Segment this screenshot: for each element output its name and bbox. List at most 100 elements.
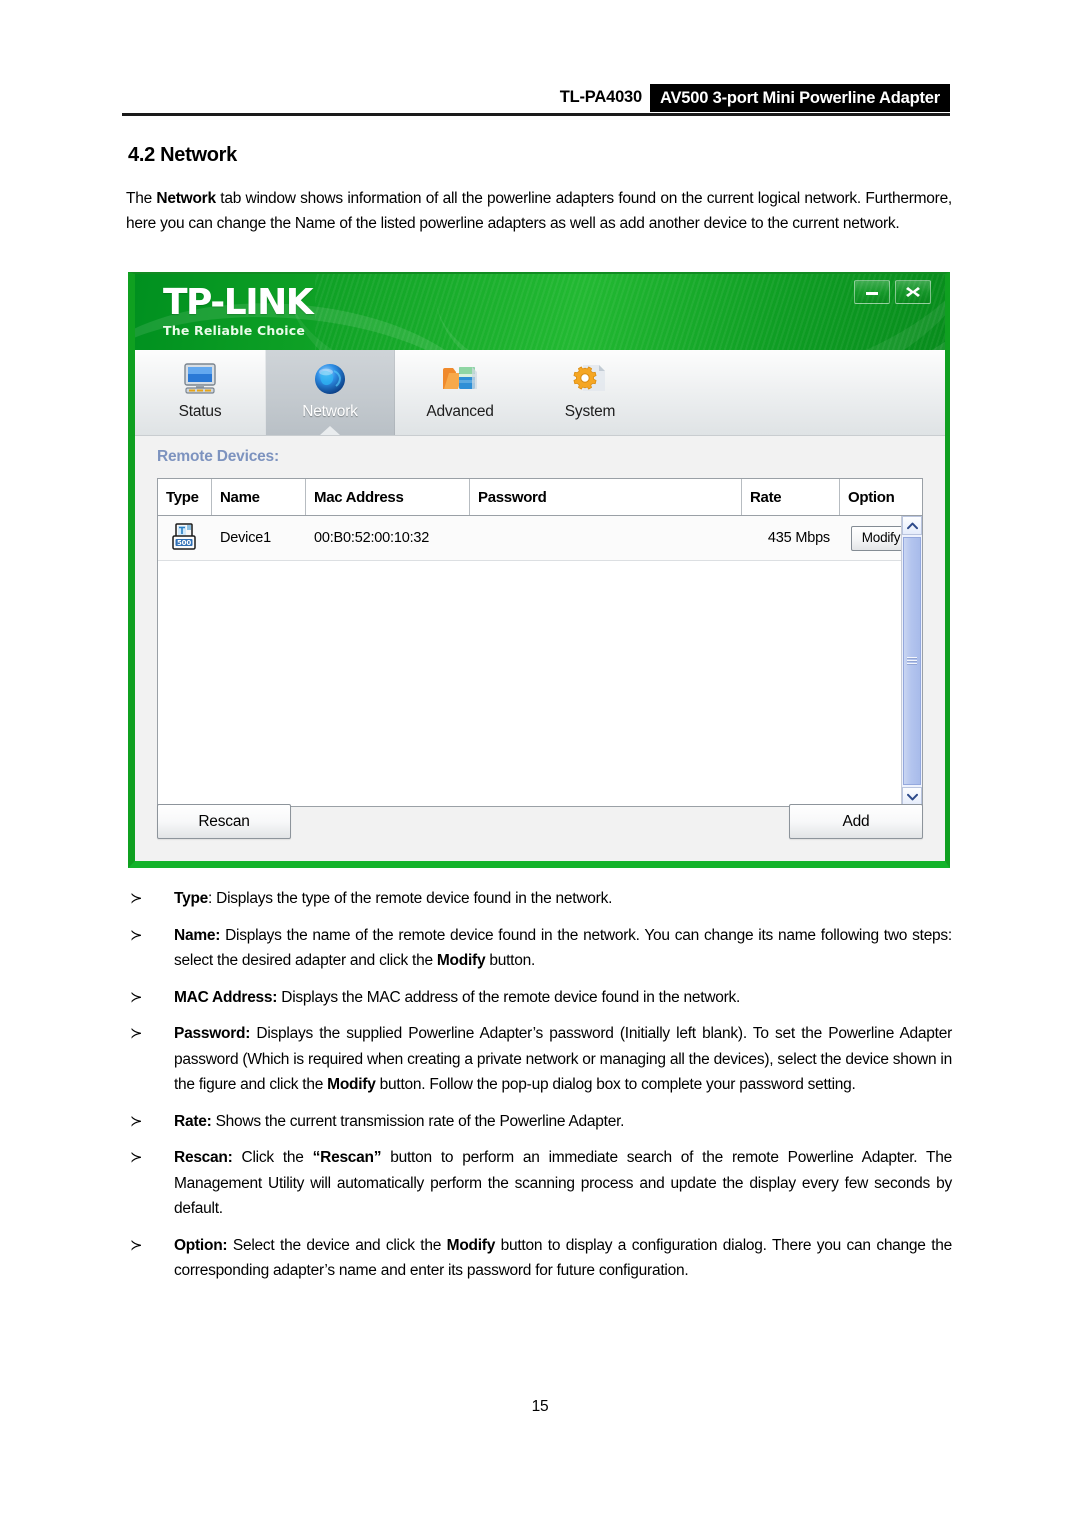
bullet-arrow-icon: ≻ (130, 925, 143, 944)
tab-system-label: System (564, 403, 616, 420)
tp-link-logo: TP-LINK The Reliable Choice (163, 282, 314, 339)
tab-system[interactable]: System (525, 350, 655, 435)
remote-devices-table: Type Name Mac Address Password Rate Opti… (157, 478, 923, 807)
list-item-text: MAC Address: (174, 988, 278, 1006)
intro-paragraph: The Network tab window shows information… (126, 186, 952, 236)
document-page: TL-PA4030 AV500 3-port Mini Powerline Ad… (0, 0, 1080, 1527)
list-item-text: button. Follow the pop-up dialog box to … (375, 1076, 856, 1093)
network-panel: Remote Devices: Type Name Mac Address Pa… (135, 436, 945, 861)
column-header-mac-address: Mac Address (306, 479, 470, 515)
cell-rate: 435 Mbps (767, 530, 830, 546)
close-icon (906, 287, 920, 297)
table-body: 500 Device1 00:B0:52:00:10:32 435 Mbps M… (158, 516, 922, 806)
banner-swoosh-1 (270, 274, 945, 350)
globe-icon (308, 358, 352, 400)
minimize-button[interactable] (854, 280, 890, 304)
list-item: ≻ Option: Select the device and click the… (126, 1233, 952, 1284)
feature-description-list: ≻ Type: Displays the type of the remote d… (126, 886, 952, 1284)
monitor-icon (178, 358, 222, 400)
list-item-text: Click the (232, 1149, 313, 1166)
list-item-text: “Rescan” (312, 1149, 382, 1166)
list-item-text: Modify (327, 1076, 376, 1093)
minimize-icon (866, 292, 878, 295)
list-item-text: Modify (436, 952, 486, 969)
app-banner: TP-LINK The Reliable Choice (135, 274, 945, 350)
window-controls (854, 280, 931, 304)
logo-wordmark: TP-LINK (163, 282, 314, 323)
scrollbar-grip (907, 656, 917, 666)
powerline-utility-window: TP-LINK The Reliable Choice Status Netwo… (128, 272, 950, 868)
header-product-name: AV500 3-port Mini Powerline Adapter (650, 84, 950, 112)
table-scrollbar[interactable] (901, 516, 922, 806)
scrollbar-track[interactable] (902, 535, 922, 787)
logo-tagline: The Reliable Choice (163, 323, 306, 338)
cell-password (470, 516, 742, 560)
list-item-text: Name: (174, 926, 221, 944)
list-item-text: Type (174, 890, 209, 907)
tab-advanced-label: Advanced (426, 403, 494, 420)
active-tab-indicator (320, 426, 340, 435)
close-button[interactable] (895, 280, 931, 304)
gear-icon (568, 358, 612, 400)
list-item-text: Modify (446, 1236, 496, 1254)
header-rule (122, 113, 950, 116)
list-item-text: Displays the name of the remote device f… (174, 926, 952, 970)
running-header: TL-PA4030 AV500 3-port Mini Powerline Ad… (122, 84, 950, 116)
chevron-up-icon (906, 522, 918, 529)
main-tab-bar: Status Network Advanced System (135, 350, 945, 436)
remote-devices-label: Remote Devices: (157, 448, 279, 465)
list-item-text: Select the device and click the (227, 1236, 447, 1254)
column-header-type: Type (158, 479, 212, 515)
add-button[interactable]: Add (789, 804, 923, 839)
list-item-text: Password: (174, 1025, 251, 1042)
tab-network-label: Network (302, 403, 358, 420)
tab-advanced[interactable]: Advanced (395, 350, 525, 435)
tab-status-label: Status (178, 403, 222, 420)
table-row[interactable]: 500 Device1 00:B0:52:00:10:32 435 Mbps M… (158, 516, 922, 561)
list-item-text: button. (485, 952, 536, 969)
banner-stripe-texture (315, 274, 945, 350)
list-item: ≻ Rescan: Click the “Rescan” button to pe… (126, 1145, 952, 1222)
tab-network[interactable]: Network (265, 350, 395, 435)
list-item-text: Displays the MAC address of the remote d… (277, 988, 741, 1006)
scroll-up-button[interactable] (902, 516, 922, 535)
bullet-arrow-icon: ≻ (130, 987, 143, 1006)
list-item-text: Shows the current transmission rate of t… (211, 1112, 625, 1130)
list-item: ≻ Name: Displays the name of the remote d… (126, 923, 952, 974)
list-item-text: Rescan: (174, 1149, 233, 1166)
list-item: ≻ MAC Address: Displays the MAC address o… (126, 985, 952, 1011)
list-item: ≻ Rate: Shows the current transmission ra… (126, 1109, 952, 1135)
bullet-arrow-icon: ≻ (130, 1024, 143, 1042)
list-item: ≻ Type: Displays the type of the remote d… (126, 886, 952, 912)
rescan-button[interactable]: Rescan (157, 804, 291, 839)
scrollbar-thumb[interactable] (903, 537, 921, 785)
database-folder-icon (438, 358, 482, 400)
header-model-number: TL-PA4030 (559, 88, 643, 106)
column-header-name: Name (212, 479, 306, 515)
chevron-down-icon (906, 793, 918, 800)
page-title: 4.2 Network (128, 144, 237, 166)
list-item-text: Rate: (174, 1112, 212, 1130)
intro-bold-network: Network (156, 190, 216, 207)
column-header-option: Option (848, 488, 895, 506)
list-item-text: : Displays the type of the remote device… (208, 890, 613, 907)
column-header-password: Password (470, 479, 742, 515)
cell-type: 500 (158, 516, 212, 560)
intro-text-after: tab window shows information of all the … (126, 190, 952, 232)
column-header-rate: Rate (742, 479, 840, 515)
svg-text:500: 500 (177, 539, 191, 547)
powerline-adapter-icon: 500 (172, 523, 196, 550)
panel-actions: Rescan Add (157, 804, 923, 839)
list-item-text: Option: (174, 1236, 228, 1254)
list-item: ≻ Password: Displays the supplied Powerli… (126, 1021, 952, 1098)
table-header-row: Type Name Mac Address Password Rate Opti… (158, 479, 922, 516)
tab-status[interactable]: Status (135, 350, 265, 435)
page-number: 15 (531, 1398, 549, 1415)
bullet-arrow-icon: ≻ (130, 1148, 143, 1166)
bullet-arrow-icon: ≻ (130, 1235, 143, 1254)
bullet-arrow-icon: ≻ (130, 1111, 143, 1130)
intro-text-before: The (126, 190, 157, 207)
cell-mac-address: 00:B0:52:00:10:32 (314, 530, 430, 546)
cell-device-name: Device1 (220, 530, 271, 546)
bullet-arrow-icon: ≻ (130, 889, 143, 907)
